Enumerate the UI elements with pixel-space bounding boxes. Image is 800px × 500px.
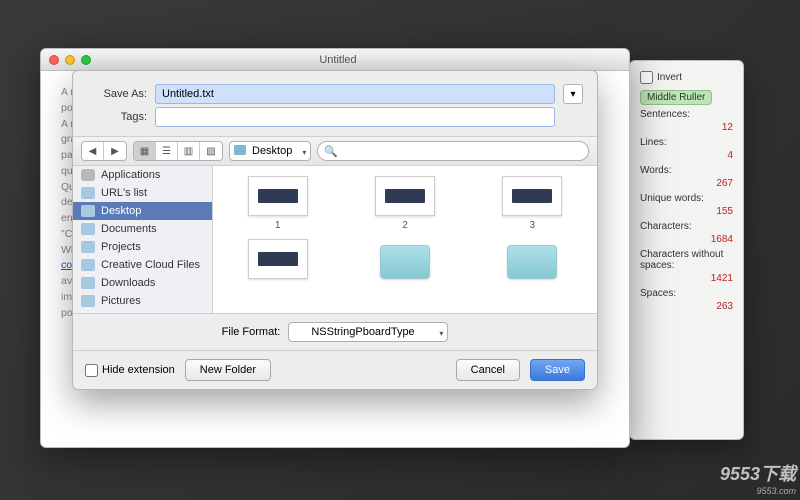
sidebar-item-projects[interactable]: Projects [73,238,212,256]
location-dropdown[interactable]: Desktop ▾ [229,141,311,161]
new-folder-button[interactable]: New Folder [185,359,271,381]
grid-item[interactable] [219,239,336,283]
invert-checkbox[interactable] [640,71,653,84]
stat-value: 1684 [640,234,733,245]
sidebar-item-applications[interactable]: Applications [73,166,212,184]
stat-value: 12 [640,122,733,133]
stat-value: 267 [640,178,733,189]
chevron-down-icon: ▾ [302,148,306,157]
file-grid: 123 [213,166,597,313]
save-as-label: Save As: [87,88,147,100]
sidebar: ApplicationsURL's listDesktopDocumentsPr… [73,166,213,313]
folder-icon [380,245,430,279]
folder-icon [81,223,95,235]
stat-value: 155 [640,206,733,217]
folder-icon [81,169,95,181]
folder-icon [81,205,95,217]
file-thumb [248,239,308,279]
stat-label: Characters: [640,221,733,232]
file-format-dropdown[interactable]: NSStringPboardType ▾ [288,322,448,342]
search-icon: 🔍 [324,145,338,158]
titlebar: Untitled [41,49,629,71]
grid-item[interactable]: 1 [219,176,336,231]
list-view-button[interactable]: ☰ [156,142,178,160]
sidebar-item-creative-cloud-files[interactable]: Creative Cloud Files [73,256,212,274]
back-button[interactable]: ◀ [82,142,104,160]
stats-panel: Invert Middle Ruller Sentences: 12 Lines: 4… [629,60,744,440]
save-button[interactable]: Save [530,359,585,381]
nav-segment: ◀ ▶ [81,141,127,161]
stat-label: Lines: [640,137,733,148]
sidebar-item-url-s-list[interactable]: URL's list [73,184,212,202]
stat-label: Characters without spaces: [640,249,733,271]
grid-item[interactable] [346,239,463,283]
cancel-button[interactable]: Cancel [456,359,520,381]
disclosure-button[interactable]: ▾ [563,84,583,104]
coverflow-view-button[interactable]: ▧ [200,142,222,160]
grid-item[interactable]: 3 [474,176,591,231]
column-view-button[interactable]: ▥ [178,142,200,160]
file-thumb [248,176,308,216]
stat-label: Unique words: [640,193,733,204]
folder-icon [507,245,557,279]
chevron-down-icon: ▾ [439,329,443,338]
tags-input[interactable] [155,107,555,127]
folder-icon [81,277,95,289]
forward-button[interactable]: ▶ [104,142,126,160]
stat-label: Spaces: [640,288,733,299]
view-segment: ▦ ☰ ▥ ▧ [133,141,223,161]
folder-icon [81,187,95,199]
grid-item[interactable]: 2 [346,176,463,231]
folder-icon [234,145,246,155]
grid-item[interactable] [474,239,591,283]
file-thumb [502,176,562,216]
invert-label: Invert [657,72,682,83]
stat-value: 263 [640,301,733,312]
browser-toolbar: ◀ ▶ ▦ ☰ ▥ ▧ Desktop ▾ 🔍 [73,136,597,166]
watermark: 9553下载 9553.com [720,460,796,496]
file-thumb [375,176,435,216]
tags-label: Tags: [87,111,147,123]
file-format-label: File Format: [222,326,281,338]
filename-input[interactable] [155,84,555,104]
stat-label: Words: [640,165,733,176]
sidebar-item-downloads[interactable]: Downloads [73,274,212,292]
folder-icon [81,259,95,271]
stat-value: 1421 [640,273,733,284]
folder-icon [81,295,95,307]
sidebar-item-documents[interactable]: Documents [73,220,212,238]
stat-label: Sentences: [640,109,733,120]
search-input[interactable]: 🔍 [317,141,589,161]
sidebar-item-pictures[interactable]: Pictures [73,292,212,310]
hide-extension-checkbox[interactable]: Hide extension [85,364,175,377]
sidebar-item-desktop[interactable]: Desktop [73,202,212,220]
icon-view-button[interactable]: ▦ [134,142,156,160]
window-title: Untitled [55,54,621,66]
ruler-pill[interactable]: Middle Ruller [640,90,712,105]
stat-value: 4 [640,150,733,161]
folder-icon [81,241,95,253]
save-dialog: Save As: ▾ Tags: ◀ ▶ ▦ ☰ ▥ ▧ Desktop ▾ 🔍 [72,70,598,390]
